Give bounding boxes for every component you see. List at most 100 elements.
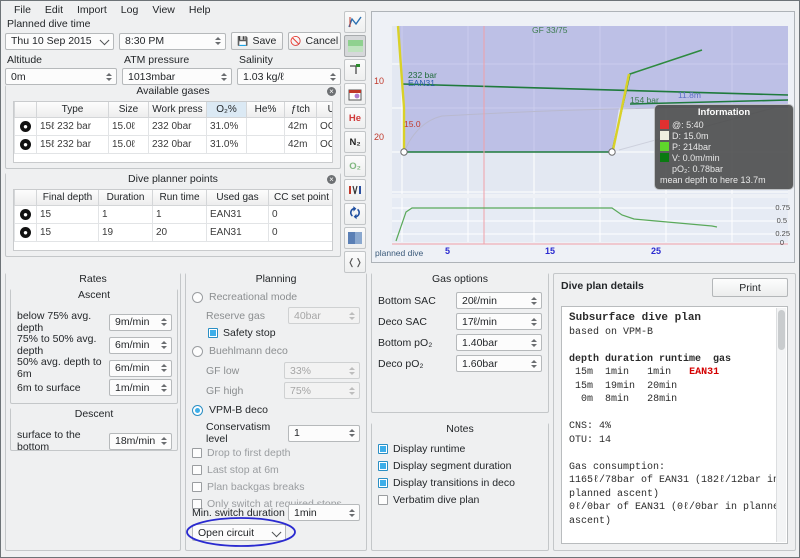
verbatim-dive-plan-checkbox[interactable]: Verbatim dive plan	[378, 493, 542, 507]
col-he[interactable]: He%	[246, 102, 285, 118]
conservatism-level-input[interactable]: 1	[288, 424, 360, 442]
table-row[interactable]: ● 15ℓ 232 bar 15.0ℓ 232 0bar 31.0% 42m O…	[14, 117, 332, 136]
bottom-sac-input[interactable]: 20ℓ/min	[456, 292, 542, 309]
vpmb-radio-indicator[interactable]	[192, 404, 203, 416]
cell-duration[interactable]: 1	[98, 205, 153, 224]
cell-size[interactable]: 15.0ℓ	[108, 117, 149, 136]
ceiling-icon[interactable]	[344, 59, 366, 81]
vpmb-deco-radio[interactable]: VPM-B deco	[192, 404, 268, 416]
tissues-icon[interactable]	[344, 179, 366, 201]
heatmap-icon[interactable]	[344, 35, 366, 57]
gas-remove-icon[interactable]: ●	[14, 117, 37, 136]
display-runtime-indicator[interactable]	[378, 444, 388, 454]
col-switch-at[interactable]: ƒtch	[284, 102, 317, 118]
col-used-gas[interactable]: Used gas	[206, 190, 269, 206]
col-final-depth[interactable]: Final depth	[36, 190, 99, 206]
menu-view[interactable]: View	[145, 3, 182, 17]
cell-he[interactable]	[246, 117, 285, 136]
dive-profile-chart[interactable]: 10 20 232 bar EAN31 15.0 154 bar 11.8m G…	[371, 11, 795, 263]
cell-switch-at[interactable]: 42m	[284, 117, 317, 136]
n2-icon[interactable]: N₂	[344, 131, 366, 153]
recreational-radio-indicator[interactable]	[192, 291, 203, 303]
drop-to-first-depth-indicator[interactable]	[192, 448, 202, 458]
o2-icon[interactable]: O₂	[344, 155, 366, 177]
cell-work-press[interactable]: 232 0bar	[148, 135, 207, 154]
bottom-po2-input[interactable]: 1.40bar	[456, 334, 542, 351]
details-scrollbar[interactable]	[776, 308, 786, 542]
menu-file[interactable]: File	[7, 3, 38, 17]
ascent-75to50-input[interactable]: 6m/min	[109, 336, 172, 354]
menu-import[interactable]: Import	[70, 3, 114, 17]
display-segment-duration-indicator[interactable]	[378, 461, 388, 471]
menu-edit[interactable]: Edit	[38, 3, 70, 17]
calendar-icon[interactable]	[344, 83, 366, 105]
cell-work-press[interactable]: 232 0bar	[148, 117, 207, 136]
deco-sac-input[interactable]: 17ℓ/min	[456, 313, 542, 330]
point-remove-icon[interactable]: ●	[14, 205, 37, 224]
col-o2[interactable]: O₂%	[206, 102, 247, 118]
recreational-mode-radio[interactable]: Recreational mode	[192, 291, 297, 303]
cell-switch-at[interactable]: 42m	[284, 135, 317, 154]
ascent-below75-input[interactable]: 9m/min	[109, 313, 172, 331]
cell-o2[interactable]: 31.0%	[206, 117, 247, 136]
profile-ruler-icon[interactable]	[344, 11, 366, 33]
dive-time-spinner[interactable]: 8:30 PM	[119, 32, 227, 50]
menu-help[interactable]: Help	[182, 3, 218, 17]
cell-duration[interactable]: 19	[98, 223, 153, 242]
col-size[interactable]: Size	[108, 102, 149, 118]
table-row[interactable]: ● 15 1 1 EAN31 0	[14, 205, 332, 224]
cell-run-time[interactable]: 1	[152, 205, 207, 224]
last-stop-6m-checkbox[interactable]: Last stop at 6m	[192, 463, 360, 477]
table-row[interactable]: ● 15 19 20 EAN31 0	[14, 223, 332, 242]
cell-he[interactable]	[246, 135, 285, 154]
display-segment-duration-checkbox[interactable]: Display segment duration	[378, 459, 542, 473]
dive-date-combo[interactable]: Thu 10 Sep 2015	[5, 32, 115, 50]
cell-final-depth[interactable]: 15	[36, 205, 99, 224]
deco-po2-input[interactable]: 1.60bar	[456, 355, 542, 372]
cell-run-time[interactable]: 20	[152, 223, 207, 242]
col-type[interactable]: Type	[36, 102, 109, 118]
cell-type[interactable]: 15ℓ 232 bar	[36, 117, 109, 136]
ascent-50to6m-input[interactable]: 6m/min	[109, 359, 172, 377]
atm-pressure-input[interactable]: 1013mbar	[122, 68, 232, 85]
last-stop-6m-indicator[interactable]	[192, 465, 202, 475]
descent-surface-bottom-input[interactable]: 18m/min	[109, 432, 172, 450]
save-button[interactable]: 💾 Save	[231, 32, 283, 50]
cell-o2[interactable]: 31.0%	[206, 135, 247, 154]
col-cc-set-point[interactable]: CC set point	[268, 190, 332, 206]
col-work-press[interactable]: Work press	[148, 102, 207, 118]
safety-stop-checkbox-indicator[interactable]	[208, 328, 218, 338]
print-button[interactable]: Print	[712, 278, 788, 297]
plan-backgas-breaks-indicator[interactable]	[192, 482, 202, 492]
salinity-input[interactable]: 1.03 kg/ℓ	[237, 68, 341, 85]
menu-log[interactable]: Log	[114, 3, 146, 17]
cell-cc-set-point[interactable]: 0	[268, 223, 332, 242]
display-transitions-deco-checkbox[interactable]: Display transitions in deco	[378, 476, 542, 490]
safety-stop-checkbox[interactable]: Safety stop	[208, 327, 276, 339]
display-runtime-checkbox[interactable]: Display runtime	[378, 442, 542, 456]
cancel-button[interactable]: 🚫 Cancel	[287, 32, 341, 50]
min-switch-duration-input[interactable]: 1min	[288, 504, 360, 521]
more-icon[interactable]: ❬❭	[344, 251, 366, 273]
col-duration[interactable]: Duration	[98, 190, 153, 206]
buehlmann-deco-radio[interactable]: Buehlmann deco	[192, 345, 288, 357]
col-use[interactable]: Use	[316, 102, 332, 118]
ascent-6m-surface-input[interactable]: 1m/min	[109, 379, 172, 396]
details-scrollbar-thumb[interactable]	[778, 310, 785, 350]
photos-icon[interactable]	[344, 227, 366, 249]
cell-cc-set-point[interactable]: 0	[268, 205, 332, 224]
scale-icon[interactable]: 🗘	[344, 203, 366, 225]
cell-used-gas[interactable]: EAN31	[206, 205, 269, 224]
gas-remove-icon[interactable]: ●	[14, 135, 37, 154]
table-row[interactable]: ● 15ℓ 232 bar 15.0ℓ 232 0bar 31.0% 42m O…	[14, 135, 332, 154]
dive-planner-points-close-icon[interactable]: ×	[327, 175, 336, 184]
altitude-input[interactable]: 0m	[5, 68, 117, 85]
point-remove-icon[interactable]: ●	[14, 223, 37, 242]
buehlmann-radio-indicator[interactable]	[192, 345, 203, 357]
drop-to-first-depth-checkbox[interactable]: Drop to first depth	[192, 446, 360, 460]
available-gases-close-icon[interactable]: ×	[327, 87, 336, 96]
plan-backgas-breaks-checkbox[interactable]: Plan backgas breaks	[192, 480, 360, 494]
cell-final-depth[interactable]: 15	[36, 223, 99, 242]
cell-type[interactable]: 15ℓ 232 bar	[36, 135, 109, 154]
he-icon[interactable]: He	[344, 107, 366, 129]
